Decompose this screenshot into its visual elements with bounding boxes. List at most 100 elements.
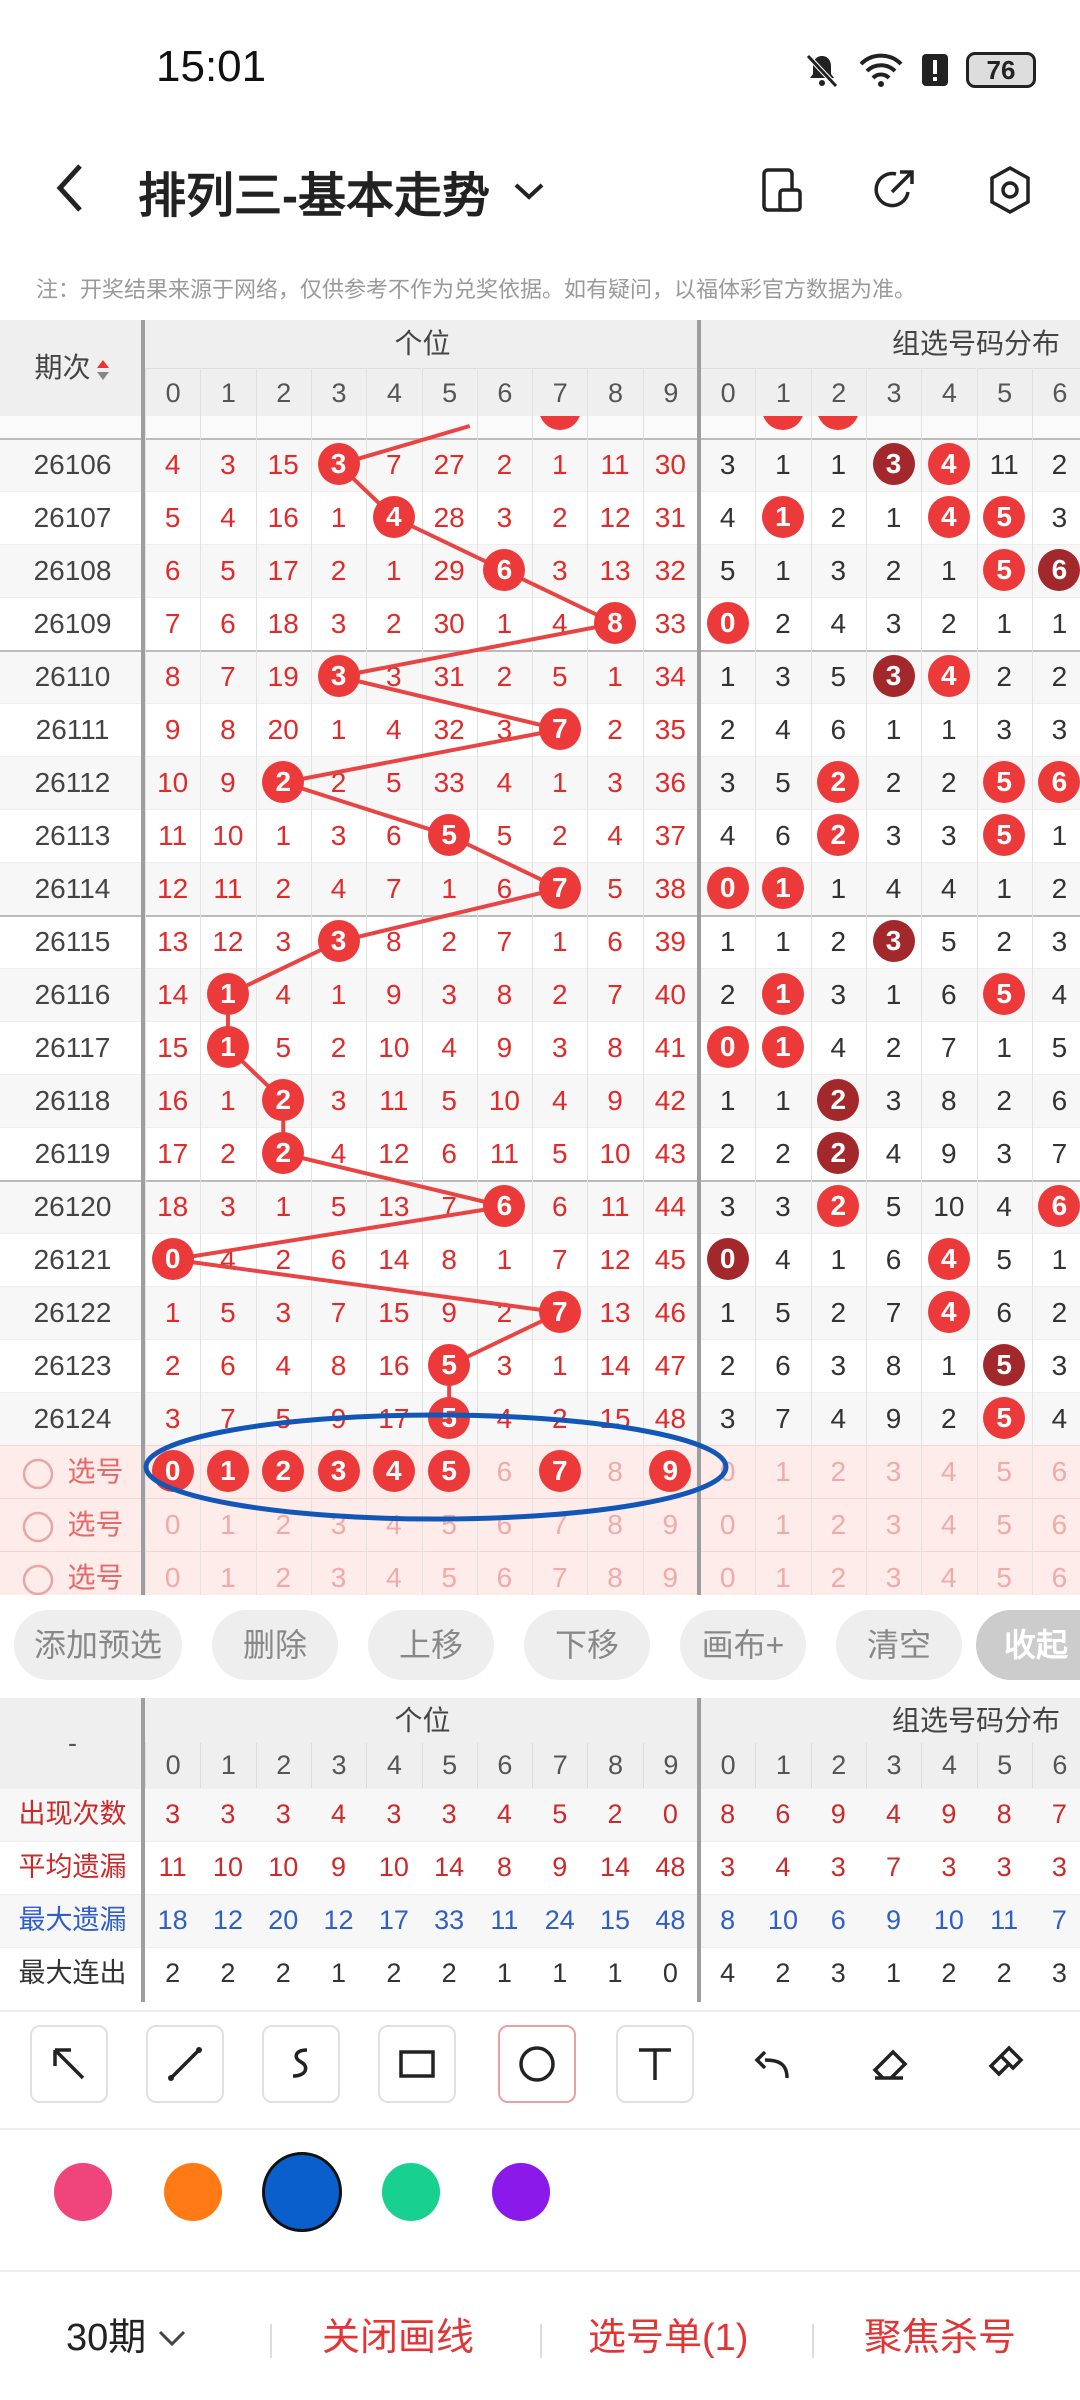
stats-value: 2: [165, 1958, 181, 1988]
color-swatch[interactable]: [492, 2163, 550, 2221]
arrow-tool-button[interactable]: [30, 2025, 108, 2103]
action-button[interactable]: 上移: [368, 1610, 494, 1680]
section-divider: [697, 1698, 701, 2002]
settings-icon[interactable]: [986, 164, 1034, 216]
section-divider: [141, 1698, 145, 2002]
close-draw-button[interactable]: 关闭画线: [322, 2308, 474, 2368]
stats-value: 10: [268, 1852, 299, 1882]
stats-value: 4: [775, 1852, 791, 1882]
wifi-icon: [859, 53, 903, 87]
stats-label: 平均遗漏: [18, 1852, 127, 1882]
stats-value: 3: [220, 1799, 236, 1829]
divider: [540, 2324, 542, 2358]
stats-value: 6: [830, 1905, 846, 1935]
stats-label: 最大遗漏: [18, 1905, 127, 1935]
pick-list-button[interactable]: 选号单(1): [588, 2308, 748, 2368]
curve-tool-icon: [292, 2048, 308, 2078]
action-button[interactable]: 下移: [524, 1610, 650, 1680]
layout-icon[interactable]: [760, 166, 804, 214]
stats-value: 14: [434, 1852, 465, 1882]
status-time: 15:01: [156, 42, 267, 91]
page-title[interactable]: 排列三-基本走势: [138, 156, 546, 226]
period-selector[interactable]: 30期: [66, 2308, 188, 2368]
stats-value: 10: [378, 1852, 409, 1882]
action-button[interactable]: 画布+: [680, 1610, 806, 1680]
action-button[interactable]: 添加预选: [14, 1610, 182, 1680]
action-button[interactable]: 收起: [976, 1610, 1080, 1680]
stats-value: 3: [275, 1799, 291, 1829]
action-button[interactable]: 清空: [836, 1610, 962, 1680]
stats-value: 9: [331, 1852, 347, 1882]
stats-corner: -: [0, 1698, 145, 1788]
stats-value: 3: [996, 1852, 1012, 1882]
stats-value: 17: [378, 1905, 409, 1935]
line-tool-icon: [168, 2047, 202, 2081]
stats-value: 7: [1051, 1799, 1067, 1829]
clear-brush-button[interactable]: [966, 2025, 1044, 2103]
battery-indicator: 76: [966, 52, 1036, 88]
stats-value: 1: [331, 1958, 347, 1988]
clear-brush-icon: [988, 2045, 1024, 2077]
color-swatch[interactable]: [262, 2152, 342, 2232]
line-tool-button[interactable]: [146, 2025, 224, 2103]
back-icon[interactable]: [52, 160, 88, 216]
stats-value: 6: [775, 1799, 791, 1829]
stats-value: 18: [157, 1905, 188, 1935]
stats-value: 4: [720, 1958, 736, 1988]
eraser-button[interactable]: [850, 2025, 928, 2103]
stats-value: 2: [996, 1958, 1012, 1988]
stats-value: 0: [662, 1799, 678, 1829]
chevron-down-icon: [159, 2330, 186, 2347]
stats-label: 最大连出: [18, 1958, 127, 1988]
stats-value: 3: [720, 1852, 736, 1882]
digit-header: 8: [587, 1743, 643, 1788]
stats-value: 48: [655, 1852, 686, 1882]
stats-value: 20: [268, 1905, 299, 1935]
stats-value: 2: [386, 1958, 402, 1988]
color-swatch[interactable]: [382, 2163, 440, 2221]
text-tool-button[interactable]: [616, 2025, 694, 2103]
undo-button[interactable]: [734, 2025, 812, 2103]
digit-header: 1: [200, 1743, 256, 1788]
stats-value: 7: [886, 1852, 902, 1882]
ellipse-tool-icon: [519, 2046, 555, 2082]
action-button[interactable]: 删除: [212, 1610, 338, 1680]
arrow-tool-icon: [53, 2048, 85, 2080]
stats-value: 3: [830, 1958, 846, 1988]
stats-value: 14: [600, 1852, 631, 1882]
stats-value: 5: [552, 1799, 568, 1829]
trend-table: 期次 个位 组选号码分布 0 1 2 3 4 5 6 7 8 9 0 1 2 3 4 5 6 26106 4 3 15 7 27 2…: [0, 320, 1080, 1595]
focus-kill-button[interactable]: 聚焦杀号: [864, 2308, 1016, 2368]
stats-value: 11: [490, 1905, 519, 1935]
section-header-group: 组选号码分布: [700, 1698, 1080, 1743]
stats-value: 3: [830, 1852, 846, 1882]
digit-header: 6: [476, 1743, 533, 1788]
chevron-down-icon[interactable]: [512, 179, 546, 203]
stats-value: 8: [996, 1799, 1012, 1829]
stats-value: 12: [323, 1905, 354, 1935]
stats-value: 2: [220, 1958, 236, 1988]
color-swatch[interactable]: [164, 2163, 222, 2221]
stats-value: 8: [720, 1799, 736, 1829]
curve-tool-button[interactable]: [262, 2025, 340, 2103]
section-header-units: 个位: [145, 1698, 700, 1743]
stats-value: 3: [441, 1799, 457, 1829]
stats-value: 9: [552, 1852, 568, 1882]
divider: [270, 2324, 272, 2358]
eraser-icon: [872, 2049, 908, 2080]
stats-value: 4: [496, 1799, 512, 1829]
digit-header: 6: [1031, 1743, 1080, 1788]
stats-value: 8: [720, 1905, 736, 1935]
stats-value: 1: [886, 1958, 902, 1988]
ellipse-tool-button[interactable]: [498, 2025, 576, 2103]
stats-value: 9: [830, 1799, 846, 1829]
rectangle-tool-button[interactable]: [378, 2025, 456, 2103]
stats-value: 2: [775, 1958, 791, 1988]
drawn-ellipse[interactable]: [0, 320, 1080, 1595]
stats-value: 24: [544, 1905, 575, 1935]
toolbar-divider: [0, 2128, 1080, 2130]
stats-value: 1: [496, 1958, 512, 1988]
stats-value: 4: [331, 1799, 347, 1829]
color-swatch[interactable]: [54, 2163, 112, 2221]
share-icon[interactable]: [870, 166, 918, 214]
